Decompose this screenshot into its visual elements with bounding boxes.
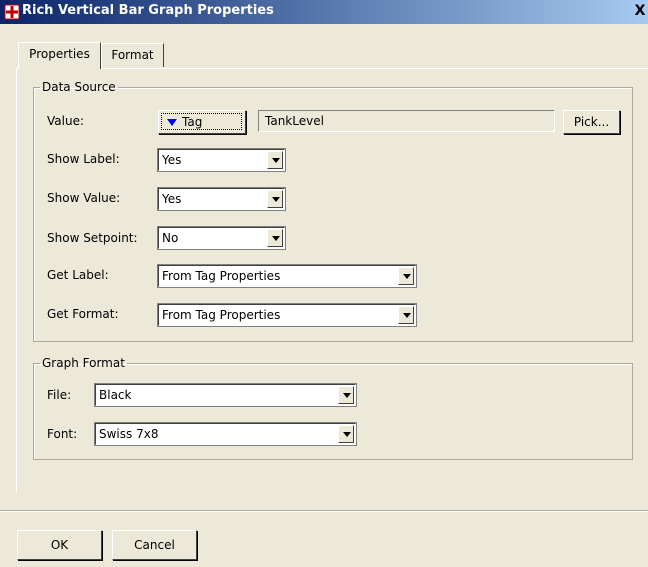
show-setpoint-label: Show Setpoint:: [47, 231, 138, 245]
show-value-value: Yes: [162, 192, 182, 206]
window-title: Rich Vertical Bar Graph Properties: [22, 3, 274, 18]
show-setpoint-select[interactable]: No: [157, 226, 286, 250]
ok-button[interactable]: OK: [17, 530, 102, 560]
show-label-dropdown-icon[interactable]: [267, 151, 283, 169]
show-label-value: Yes: [162, 153, 182, 167]
file-select[interactable]: Black: [94, 383, 357, 407]
dropdown-arrow-icon: [167, 119, 177, 126]
show-label-label: Show Label:: [47, 152, 120, 166]
show-label-select[interactable]: Yes: [157, 148, 286, 172]
show-value-label: Show Value:: [47, 191, 121, 205]
font-value: Swiss 7x8: [99, 427, 159, 441]
get-label-label: Get Label:: [47, 268, 109, 282]
get-label-dropdown-icon[interactable]: [398, 267, 414, 285]
file-label: File:: [47, 388, 72, 402]
file-dropdown-icon[interactable]: [338, 386, 354, 404]
cancel-button[interactable]: Cancel: [112, 530, 197, 560]
get-format-label: Get Format:: [47, 307, 119, 321]
pick-button-label: Pick...: [573, 115, 610, 129]
font-dropdown-icon[interactable]: [338, 425, 354, 443]
tab-format-label: Format: [111, 48, 154, 62]
cancel-button-label: Cancel: [134, 538, 175, 552]
get-format-select[interactable]: From Tag Properties: [157, 303, 417, 327]
ok-button-label: OK: [50, 538, 69, 552]
get-format-dropdown-icon[interactable]: [398, 306, 414, 324]
get-label-select[interactable]: From Tag Properties: [157, 264, 417, 288]
show-setpoint-value: No: [162, 231, 179, 245]
title-bar: Rich Vertical Bar Graph Properties X: [0, 0, 648, 24]
show-value-dropdown-icon[interactable]: [267, 190, 283, 208]
pick-button[interactable]: Pick...: [563, 110, 620, 134]
value-label: Value:: [47, 114, 84, 128]
data-source-legend: Data Source: [42, 80, 116, 94]
graph-format-legend: Graph Format: [42, 356, 125, 370]
tag-button[interactable]: Tag: [158, 110, 246, 134]
get-label-value: From Tag Properties: [162, 269, 281, 283]
tab-format[interactable]: Format: [101, 43, 164, 67]
show-value-select[interactable]: Yes: [157, 187, 286, 211]
tag-button-label: Tag: [182, 115, 203, 129]
tab-properties-label: Properties: [29, 47, 90, 61]
tag-value-text: TankLevel: [265, 114, 324, 128]
font-select[interactable]: Swiss 7x8: [94, 422, 357, 446]
font-label: Font:: [47, 427, 78, 441]
tag-value-field[interactable]: TankLevel: [258, 110, 555, 132]
tab-properties[interactable]: Properties: [18, 42, 101, 69]
close-button[interactable]: X: [632, 3, 648, 19]
show-setpoint-dropdown-icon[interactable]: [267, 229, 283, 247]
file-value: Black: [99, 388, 132, 402]
get-format-value: From Tag Properties: [162, 308, 281, 322]
app-icon: [4, 4, 20, 20]
